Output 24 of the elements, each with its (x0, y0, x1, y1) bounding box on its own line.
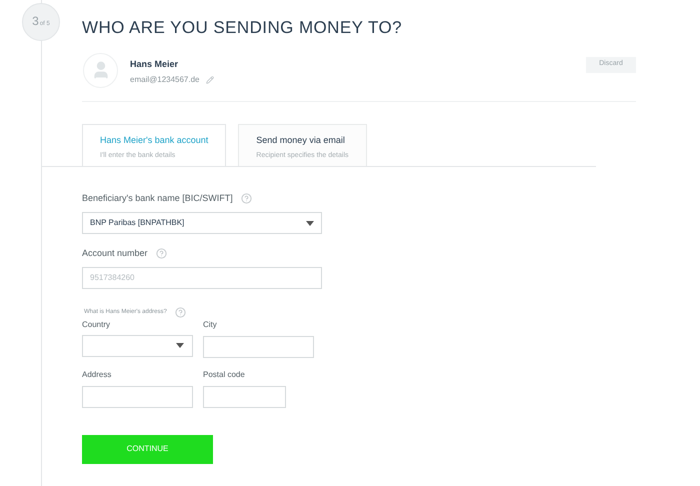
field-label: City (203, 318, 218, 331)
tab-label: Send money via email (256, 134, 346, 147)
input-field[interactable] (82, 386, 193, 408)
account-number-field[interactable]: 9517384260 (82, 266, 322, 288)
field-label: Beneficiary's bank name [BIC/SWIFT] (82, 192, 233, 205)
help-icon[interactable] (156, 248, 167, 260)
help-icon[interactable] (240, 192, 252, 204)
continue-button[interactable]: CONTINUE (82, 434, 213, 464)
caret-icon (306, 220, 314, 226)
tab-label: Hans Meier's bank account (100, 134, 208, 146)
country-select[interactable] (82, 334, 193, 356)
field-label: Address (82, 368, 112, 380)
recipient-name: Hans Meier (130, 58, 180, 70)
bank-select[interactable]: BNP Paribas [BNPATHBK] (82, 212, 322, 234)
edit-icon[interactable] (206, 76, 214, 84)
input-field[interactable] (203, 336, 314, 358)
help-icon[interactable] (174, 306, 186, 318)
input-field[interactable] (203, 386, 286, 408)
field-label: Account number (82, 247, 148, 260)
field-label: Country (82, 318, 112, 331)
page-title: WHO ARE YOU SENDING MONEY TO? (82, 17, 403, 39)
field-label: Postal code (203, 368, 246, 380)
recipient-email: email@1234567.de (130, 74, 200, 86)
caret-icon (176, 343, 184, 348)
